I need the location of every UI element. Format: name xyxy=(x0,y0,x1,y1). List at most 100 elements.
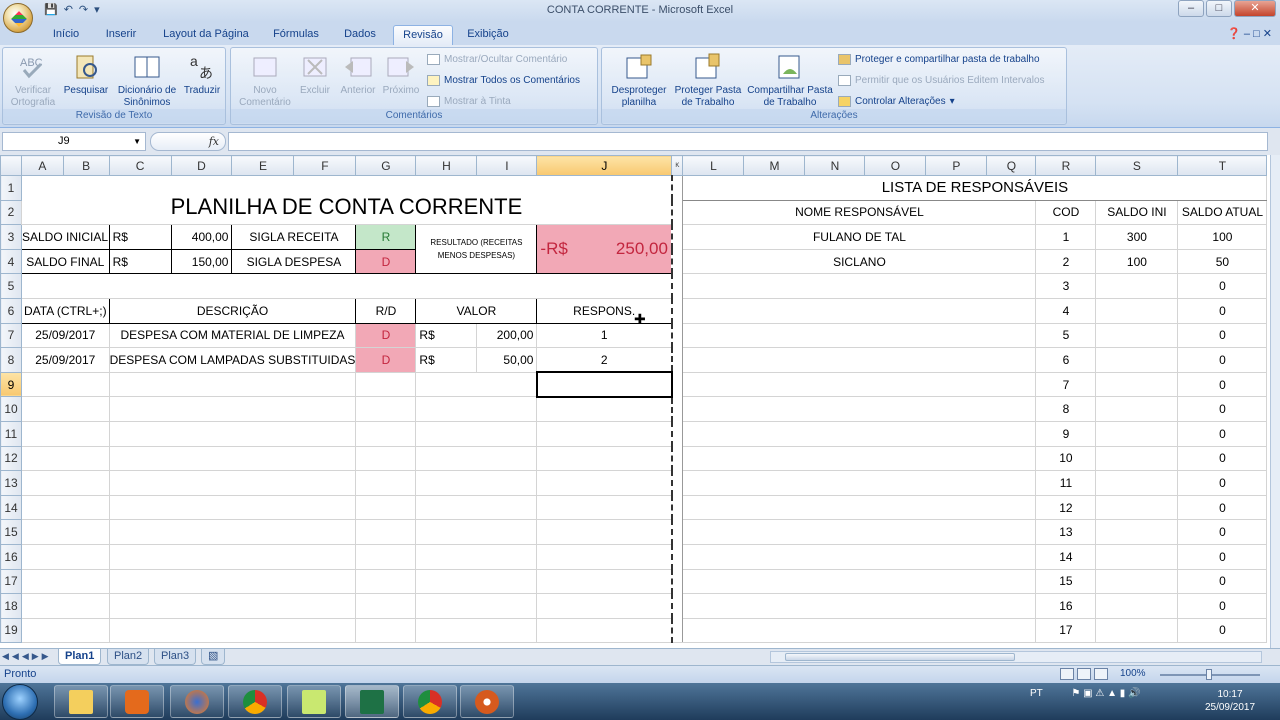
resp-ini[interactable] xyxy=(1095,347,1179,373)
normal-view-icon[interactable] xyxy=(1060,668,1074,680)
column-header[interactable]: L xyxy=(682,155,745,176)
resp-atual[interactable]: 0 xyxy=(1177,347,1268,373)
empty-cell[interactable] xyxy=(536,420,673,447)
resp-cod[interactable]: 6 xyxy=(1035,347,1097,373)
scroll-thumb[interactable] xyxy=(785,653,1015,661)
header-valor[interactable]: VALOR xyxy=(415,297,538,324)
sheet-tab-plan3[interactable]: Plan3 xyxy=(154,649,197,665)
sigla-despesa-label[interactable]: SIGLA DESPESA xyxy=(231,248,357,275)
column-header[interactable]: C xyxy=(108,155,172,176)
entry-respons[interactable]: 1 xyxy=(536,322,673,349)
resp-ini[interactable] xyxy=(1095,543,1179,570)
resp-nome[interactable] xyxy=(682,420,1037,447)
row-header[interactable]: 15 xyxy=(0,519,22,545)
resp-ini[interactable] xyxy=(1095,568,1179,595)
ribbon-window-controls[interactable]: ❓ – □ ✕ xyxy=(1227,27,1272,40)
resp-atual[interactable]: 0 xyxy=(1177,470,1268,496)
saldo-final-value[interactable]: 150,00 xyxy=(170,248,233,275)
resp-ini[interactable] xyxy=(1095,593,1179,619)
row-header[interactable]: 11 xyxy=(0,420,22,447)
delete-comment-button[interactable]: Excluir xyxy=(295,52,335,97)
tab-layout[interactable]: Layout da Página xyxy=(156,25,256,45)
resp-ini[interactable] xyxy=(1095,445,1179,472)
row-header[interactable]: 9 xyxy=(0,371,22,398)
taskbar-media-app[interactable] xyxy=(460,685,514,718)
zoom-level[interactable]: 100% xyxy=(1120,668,1146,679)
sheet-tab-plan2[interactable]: Plan2 xyxy=(107,649,150,665)
row-header[interactable]: 2 xyxy=(0,199,22,226)
language-indicator[interactable]: PT xyxy=(1030,688,1043,699)
taskbar-excel[interactable] xyxy=(345,685,399,718)
translate-button[interactable]: aあ Traduzir xyxy=(179,52,225,97)
empty-cell[interactable] xyxy=(355,420,417,447)
empty-cell[interactable] xyxy=(536,445,673,472)
resp-header-cod[interactable]: COD xyxy=(1035,199,1097,226)
resp-nome[interactable] xyxy=(682,297,1037,324)
empty-cell[interactable] xyxy=(536,568,673,595)
resp-cod[interactable]: 2 xyxy=(1035,248,1097,275)
resp-nome[interactable] xyxy=(682,519,1037,545)
entry-rd[interactable]: D xyxy=(355,347,417,373)
header-respons[interactable]: RESPONS. xyxy=(536,297,673,324)
resultado-value[interactable]: -R$ 250,00 xyxy=(536,224,673,275)
resp-nome[interactable] xyxy=(682,396,1037,422)
resp-header-nome[interactable]: NOME RESPONSÁVEL xyxy=(682,199,1037,226)
row-header[interactable]: 5 xyxy=(0,273,22,299)
unprotect-sheet-button[interactable]: Desproteger planilha xyxy=(606,52,672,109)
empty-cell[interactable] xyxy=(355,617,417,644)
resp-ini[interactable] xyxy=(1095,617,1179,644)
resp-atual[interactable]: 0 xyxy=(1177,568,1268,595)
resp-atual[interactable]: 0 xyxy=(1177,593,1268,619)
tab-exibicao[interactable]: Exibição xyxy=(460,25,516,45)
empty-cell[interactable] xyxy=(536,470,673,496)
resp-nome[interactable]: SICLANO xyxy=(682,248,1037,275)
resp-ini[interactable] xyxy=(1095,322,1179,349)
empty-cell[interactable] xyxy=(355,470,417,496)
tab-revisao[interactable]: Revisão xyxy=(393,25,453,45)
taskbar-chrome[interactable] xyxy=(228,685,282,718)
empty-cell[interactable] xyxy=(415,543,538,570)
empty-cell[interactable] xyxy=(21,371,110,398)
empty-cell[interactable] xyxy=(21,470,110,496)
resp-nome[interactable]: FULANO DE TAL xyxy=(682,224,1037,250)
resp-nome[interactable] xyxy=(682,593,1037,619)
vertical-scrollbar[interactable] xyxy=(1270,155,1280,648)
tab-dados[interactable]: Dados xyxy=(336,25,384,45)
column-header[interactable]: G xyxy=(355,155,417,176)
empty-cell[interactable] xyxy=(536,617,673,644)
empty-cell[interactable] xyxy=(21,519,110,545)
column-header[interactable]: A xyxy=(21,155,64,176)
resp-cod[interactable]: 7 xyxy=(1035,371,1097,398)
resp-atual[interactable]: 0 xyxy=(1177,396,1268,422)
empty-cell[interactable] xyxy=(415,396,538,422)
empty-cell[interactable] xyxy=(355,371,417,398)
row-header[interactable]: 17 xyxy=(0,568,22,595)
resp-cod[interactable]: 4 xyxy=(1035,297,1097,324)
saldo-inicial-currency[interactable]: R$ xyxy=(108,224,172,250)
entry-respons[interactable]: 2 xyxy=(536,347,673,373)
resp-cod[interactable]: 9 xyxy=(1035,420,1097,447)
resp-cod[interactable]: 13 xyxy=(1035,519,1097,545)
research-button[interactable]: Pesquisar xyxy=(61,52,111,97)
resp-atual[interactable]: 0 xyxy=(1177,445,1268,472)
empty-cell[interactable] xyxy=(355,593,417,619)
entry-valor[interactable]: 200,00 xyxy=(476,322,538,349)
thesaurus-button[interactable]: Dicionário de Sinônimos xyxy=(113,52,181,109)
name-box[interactable]: J9 ▼ xyxy=(2,132,146,151)
resp-atual[interactable]: 0 xyxy=(1177,273,1268,299)
sigla-receita-value[interactable]: R xyxy=(355,224,417,250)
resp-nome[interactable] xyxy=(682,322,1037,349)
empty-cell[interactable] xyxy=(108,543,357,570)
row-header[interactable]: 10 xyxy=(0,396,22,422)
resp-cod[interactable]: 12 xyxy=(1035,494,1097,521)
resp-ini[interactable]: 300 xyxy=(1095,224,1179,250)
active-cell-j9[interactable] xyxy=(535,371,673,398)
row-header[interactable]: 4 xyxy=(0,248,22,275)
share-workbook-button[interactable]: Compartilhar Pasta de Trabalho xyxy=(744,52,836,109)
show-hide-comment-button[interactable]: Mostrar/Ocultar Comentário xyxy=(427,54,567,65)
empty-cell[interactable] xyxy=(355,396,417,422)
tab-formulas[interactable]: Fórmulas xyxy=(266,25,326,45)
resp-cod[interactable]: 3 xyxy=(1035,273,1097,299)
resp-ini[interactable] xyxy=(1095,396,1179,422)
page-layout-view-icon[interactable] xyxy=(1077,668,1091,680)
